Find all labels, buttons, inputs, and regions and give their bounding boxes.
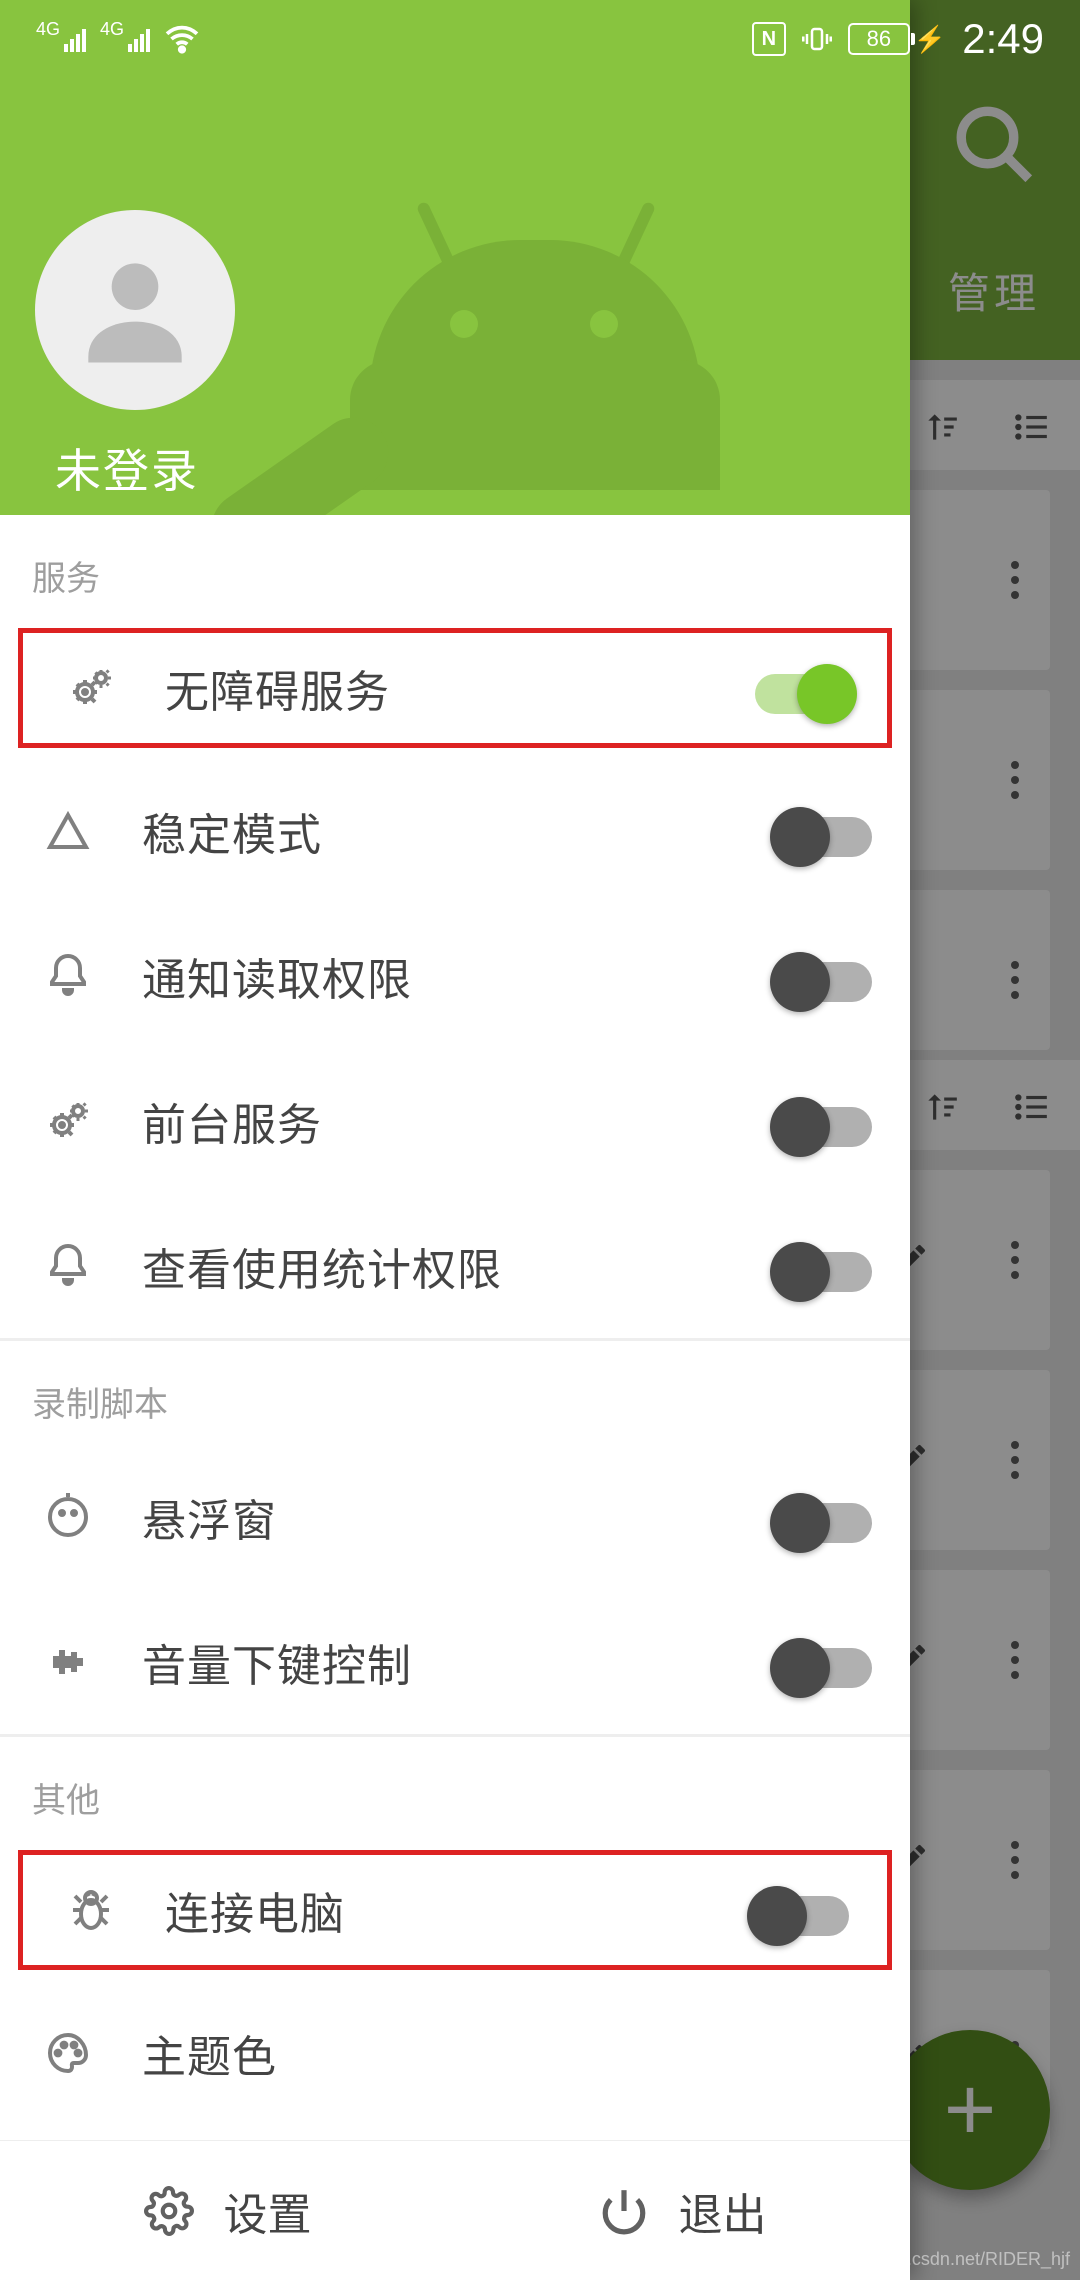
settings-label: 设置 [224, 2179, 312, 2243]
drawer-item-label: 查看使用统计权限 [142, 1234, 770, 1298]
drawer-item-label: 稳定模式 [142, 799, 770, 863]
bell-icon [44, 952, 92, 1000]
drawer-item[interactable]: 查看使用统计权限 [0, 1193, 910, 1338]
watermark: blog.csdn.net/RIDER_hjf [873, 2249, 1070, 2270]
battery-indicator: 86 ⚡ [848, 23, 946, 55]
gear-icon [144, 2186, 194, 2236]
face-icon [44, 1493, 92, 1541]
drawer-item[interactable]: 无障碍服务 [23, 633, 887, 743]
toggle-switch[interactable] [770, 807, 880, 855]
navigation-drawer: 未登录 服务无障碍服务稳定模式通知读取权限前台服务查看使用统计权限录制脚本悬浮窗… [0, 0, 910, 2280]
section-title: 录制脚本 [0, 1341, 910, 1444]
clock: 2:49 [962, 15, 1044, 63]
signal-2: 4G [100, 26, 150, 52]
palette-icon [44, 2029, 92, 2077]
toggle-switch[interactable] [770, 1097, 880, 1145]
login-status-label[interactable]: 未登录 [55, 435, 199, 501]
search-icon[interactable] [950, 100, 1040, 190]
drawer-item[interactable]: 音量下键控制 [0, 1589, 910, 1734]
gears-icon [67, 664, 115, 712]
exit-label: 退出 [679, 2179, 767, 2243]
list-icon[interactable] [1012, 1088, 1050, 1126]
drawer-item-label: 无障碍服务 [165, 656, 747, 720]
avatar[interactable] [35, 210, 235, 410]
charging-icon: ⚡ [914, 24, 946, 55]
list-icon[interactable] [1012, 408, 1050, 446]
drawer-item-label: 主题色 [142, 2021, 880, 2085]
wifi-icon [164, 21, 200, 57]
more-icon[interactable] [1010, 960, 1020, 1000]
more-icon[interactable] [1010, 1640, 1020, 1680]
toggle-switch[interactable] [770, 1242, 880, 1290]
power-icon [599, 2186, 649, 2236]
bell-icon [44, 1242, 92, 1290]
more-icon[interactable] [1010, 760, 1020, 800]
exit-button[interactable]: 退出 [455, 2141, 910, 2280]
toggle-switch[interactable] [747, 664, 857, 712]
fab-add[interactable]: + [890, 2030, 1050, 2190]
drawer-item[interactable]: 连接电脑 [23, 1855, 887, 1965]
settings-button[interactable]: 设置 [0, 2141, 455, 2280]
sort-icon[interactable] [922, 408, 960, 446]
section-title: 服务 [0, 515, 910, 618]
drawer-item[interactable]: 主题色 [0, 1980, 910, 2125]
drawer-item-label: 悬浮窗 [142, 1485, 770, 1549]
gears-icon [44, 1097, 92, 1145]
highlight-box: 无障碍服务 [18, 628, 892, 748]
drawer-item[interactable]: 通知读取权限 [0, 903, 910, 1048]
drawer-item-label: 前台服务 [142, 1089, 770, 1153]
sort-icon[interactable] [922, 1088, 960, 1126]
tab-manage[interactable]: 管理 [948, 260, 1040, 321]
toggle-switch[interactable] [770, 1493, 880, 1541]
more-icon[interactable] [1010, 1440, 1020, 1480]
toggle-switch[interactable] [747, 1886, 857, 1934]
toggle-switch[interactable] [770, 952, 880, 1000]
drawer-item-label: 音量下键控制 [142, 1630, 770, 1694]
more-icon[interactable] [1010, 560, 1020, 600]
drawer-item[interactable]: 前台服务 [0, 1048, 910, 1193]
toggle-switch[interactable] [770, 1638, 880, 1686]
drawer-item-label: 连接电脑 [165, 1878, 747, 1942]
bug-icon [67, 1886, 115, 1934]
plus-icon: + [944, 2059, 997, 2162]
drawer-footer: 设置 退出 [0, 2140, 910, 2280]
nfc-icon: N [752, 22, 786, 56]
drawer-item[interactable]: 悬浮窗 [0, 1444, 910, 1589]
highlight-box: 连接电脑 [18, 1850, 892, 1970]
more-icon[interactable] [1010, 1840, 1020, 1880]
status-bar: 4G 4G N 86 ⚡ 2:49 [0, 0, 1080, 78]
drawer-item[interactable]: 稳定模式 [0, 758, 910, 903]
more-icon[interactable] [1010, 1240, 1020, 1280]
triangle-icon [44, 807, 92, 855]
drawer-item-label: 通知读取权限 [142, 944, 770, 1008]
more-icon[interactable] [1010, 2040, 1020, 2080]
signal-1: 4G [36, 26, 86, 52]
pulse-icon [44, 1638, 92, 1686]
section-title: 其他 [0, 1737, 910, 1840]
vibrate-icon [802, 24, 832, 54]
